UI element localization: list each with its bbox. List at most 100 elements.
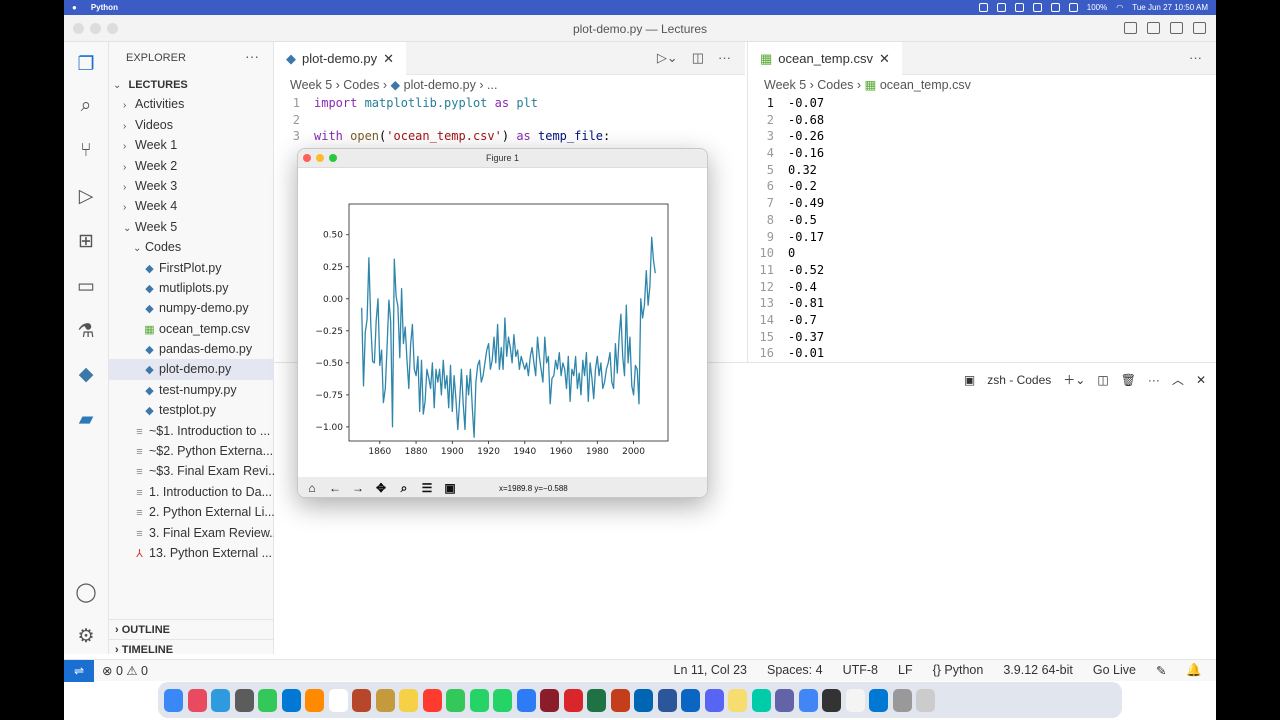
dock-app-icon[interactable] bbox=[399, 688, 418, 712]
csv-row[interactable]: 13 -0.81 bbox=[748, 295, 1216, 312]
tree-item[interactable]: ⌄ Codes bbox=[109, 237, 274, 257]
close-panel-icon[interactable]: ✕ bbox=[1196, 373, 1206, 387]
dock-app-icon[interactable] bbox=[704, 688, 724, 712]
dock-app-icon[interactable] bbox=[234, 688, 254, 712]
csv-row[interactable]: 3 -0.26 bbox=[748, 128, 1216, 145]
zoom-icon[interactable]: ⌕ bbox=[394, 481, 414, 496]
dock-app-icon[interactable] bbox=[775, 688, 794, 712]
csv-row[interactable]: 15 -0.37 bbox=[748, 329, 1216, 346]
more-actions-icon[interactable]: ··· bbox=[718, 50, 731, 66]
csv-row[interactable]: 4 -0.16 bbox=[748, 145, 1216, 162]
menubar-datetime[interactable]: Tue Jun 27 10:50 AM bbox=[1132, 3, 1208, 12]
tree-item[interactable]: ◆ pandas-demo.py bbox=[109, 339, 274, 359]
toggle-panel-icon[interactable] bbox=[1147, 22, 1160, 34]
dock-app-icon[interactable] bbox=[258, 688, 277, 712]
tree-item[interactable]: ≡ 3. Final Exam Review... bbox=[109, 523, 274, 543]
forward-arrow-icon[interactable]: → bbox=[348, 481, 368, 495]
maximize-panel-icon[interactable]: ︿ bbox=[1172, 371, 1184, 388]
end-of-line[interactable]: LF bbox=[898, 663, 913, 678]
docker-icon[interactable]: ▰ bbox=[74, 407, 98, 431]
toggle-sidebar-icon[interactable] bbox=[1124, 22, 1137, 34]
dock-app-icon[interactable] bbox=[610, 688, 630, 712]
csv-row[interactable]: 14 -0.7 bbox=[748, 312, 1216, 329]
csv-row[interactable]: 11 -0.52 bbox=[748, 262, 1216, 279]
terminal-selector[interactable]: zsh - Codes bbox=[987, 373, 1051, 387]
cursor-position[interactable]: Ln 11, Col 23 bbox=[674, 663, 747, 678]
remote-explorer-icon[interactable]: ▭ bbox=[74, 274, 98, 298]
encoding[interactable]: UTF-8 bbox=[843, 663, 878, 678]
tab-ocean-temp[interactable]: ▦ ocean_temp.csv ✕ bbox=[748, 42, 902, 75]
csv-row[interactable]: 8 -0.5 bbox=[748, 212, 1216, 229]
code-line[interactable]: 2 bbox=[274, 112, 745, 129]
code-line[interactable]: 3 with open('ocean_temp.csv') as temp_fil… bbox=[274, 128, 745, 145]
dock-app-icon[interactable] bbox=[281, 688, 301, 712]
outline-section[interactable]: › OUTLINE bbox=[109, 619, 274, 639]
notifications-bell-icon[interactable]: 🔔 bbox=[1186, 663, 1202, 678]
csv-editor[interactable]: 1 -0.07 2 -0.68 3 -0.26 4 -0.16 5 0.32 6 -0.2 7 -0.49… bbox=[748, 95, 1216, 362]
dock-app-icon[interactable] bbox=[822, 688, 841, 712]
status-icon[interactable] bbox=[996, 3, 1006, 12]
split-editor-icon[interactable]: ◫ bbox=[692, 50, 704, 66]
run-debug-icon[interactable]: ▷ bbox=[74, 184, 98, 208]
dock-app-icon[interactable] bbox=[563, 688, 583, 712]
tab-plot-demo[interactable]: ◆ plot-demo.py ✕ bbox=[274, 42, 407, 75]
split-terminal-icon[interactable]: ◫ bbox=[1097, 373, 1108, 387]
dock-app-icon[interactable] bbox=[446, 688, 465, 712]
tree-item[interactable]: ◆ mutliplots.py bbox=[109, 278, 274, 298]
tree-item[interactable]: ◆ test-numpy.py bbox=[109, 380, 274, 400]
menubar-app-name[interactable]: Python bbox=[91, 3, 118, 12]
tree-item[interactable]: › Week 4 bbox=[109, 196, 274, 216]
dock-app-icon[interactable] bbox=[916, 688, 935, 712]
python-icon[interactable]: ◆ bbox=[74, 362, 98, 386]
dock-app-icon[interactable] bbox=[422, 688, 442, 712]
matplotlib-figure-window[interactable]: Figure 1 1860 1880 1900 1920 1940 1960 1980 200… bbox=[297, 148, 708, 498]
dock-app-icon[interactable] bbox=[869, 688, 888, 712]
apple-icon[interactable]: ● bbox=[72, 3, 77, 12]
tree-item[interactable]: › Week 2 bbox=[109, 156, 274, 176]
dock-app-icon[interactable] bbox=[798, 688, 818, 712]
zoom-window-button[interactable] bbox=[329, 154, 337, 162]
wifi-icon[interactable]: ◠ bbox=[1116, 3, 1123, 12]
code-editor[interactable]: 1 import matplotlib.pyplot as plt 2 3 with o… bbox=[274, 95, 745, 145]
tree-item[interactable]: › Week 1 bbox=[109, 135, 274, 155]
close-tab-icon[interactable]: ✕ bbox=[383, 51, 394, 67]
explorer-icon[interactable]: ❐ bbox=[74, 52, 98, 76]
csv-row[interactable]: 16 -0.01 bbox=[748, 345, 1216, 362]
more-actions-icon[interactable]: ··· bbox=[1189, 50, 1202, 65]
tree-root[interactable]: ⌄ LECTURES bbox=[109, 74, 274, 94]
dock-app-icon[interactable] bbox=[164, 688, 183, 712]
status-icon[interactable] bbox=[978, 3, 988, 12]
tree-item[interactable]: ◆ FirstPlot.py bbox=[109, 258, 274, 278]
dock-app-icon[interactable] bbox=[540, 688, 559, 712]
tree-item[interactable]: ▦ ocean_temp.csv bbox=[109, 319, 274, 339]
code-line[interactable]: 1 import matplotlib.pyplot as plt bbox=[274, 95, 745, 112]
pan-icon[interactable]: ✥ bbox=[371, 481, 391, 495]
tree-item[interactable]: ≡ ~$2. Python Externa... bbox=[109, 441, 274, 461]
dock-app-icon[interactable] bbox=[516, 688, 536, 712]
tree-item[interactable]: ⌄ Week 5 bbox=[109, 217, 274, 237]
tree-item[interactable]: ⅄ 13. Python External ... bbox=[109, 543, 274, 563]
csv-row[interactable]: 2 -0.68 bbox=[748, 112, 1216, 129]
dock-app-icon[interactable] bbox=[469, 688, 489, 712]
feedback-icon[interactable]: ✎ bbox=[1156, 663, 1166, 678]
more-actions-icon[interactable]: ··· bbox=[245, 48, 259, 64]
dock-app-icon[interactable] bbox=[352, 688, 371, 712]
dock-app-icon[interactable] bbox=[728, 688, 747, 712]
configure-subplots-icon[interactable]: ☰ bbox=[417, 481, 437, 495]
tree-item[interactable]: ≡ 1. Introduction to Da... bbox=[109, 482, 274, 502]
csv-row[interactable]: 10 0 bbox=[748, 245, 1216, 262]
tree-item[interactable]: › Activities bbox=[109, 94, 274, 114]
remote-indicator-icon[interactable]: ⇌ bbox=[64, 660, 94, 682]
timeline-section[interactable]: › TIMELINE bbox=[109, 639, 274, 659]
source-control-icon[interactable]: ⑂ bbox=[74, 139, 98, 163]
status-icon[interactable] bbox=[1032, 3, 1042, 12]
battery-percent[interactable]: 100% bbox=[1087, 3, 1107, 12]
csv-row[interactable]: 1 -0.07 bbox=[748, 95, 1216, 112]
tree-item[interactable]: ◆ numpy-demo.py bbox=[109, 298, 274, 318]
csv-row[interactable]: 7 -0.49 bbox=[748, 195, 1216, 212]
new-terminal-icon[interactable]: ＋⌄ bbox=[1063, 371, 1085, 388]
tree-item[interactable]: ≡ ~$3. Final Exam Revi... bbox=[109, 461, 274, 481]
testing-icon[interactable]: ⚗ bbox=[74, 319, 98, 343]
back-arrow-icon[interactable]: ← bbox=[325, 481, 345, 495]
csv-row[interactable]: 12 -0.4 bbox=[748, 279, 1216, 296]
